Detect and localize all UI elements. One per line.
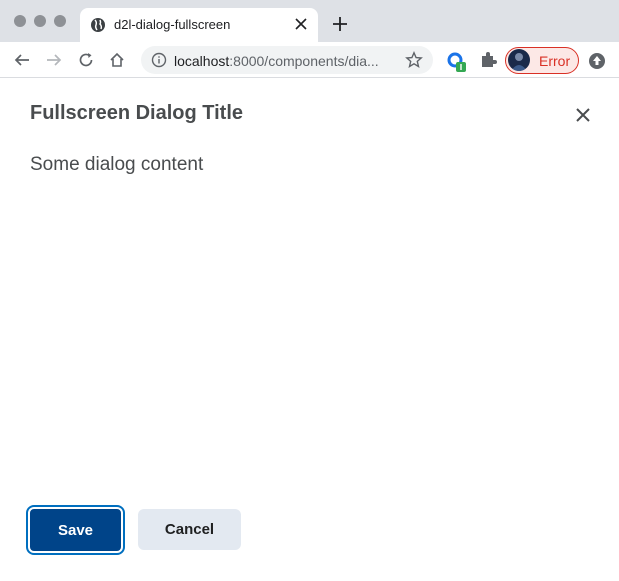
back-arrow-icon[interactable] [12,50,32,70]
avatar [508,49,530,71]
puzzle-icon[interactable] [478,50,498,70]
window-maximize-button[interactable] [54,15,66,27]
extension-badge-icon[interactable] [446,51,468,73]
globe-icon [91,18,105,32]
reload-icon[interactable] [76,50,96,70]
update-arrow-icon[interactable] [587,51,607,71]
profile-error-button[interactable]: Error [505,47,579,74]
new-tab-plus-icon[interactable] [330,14,350,34]
window-close-button[interactable] [14,15,26,27]
tab-close-icon[interactable] [292,15,310,33]
tab-strip: d2l-dialog-fullscreen [0,0,619,42]
dialog-content: Some dialog content [30,154,204,175]
star-icon[interactable] [405,51,423,69]
close-icon[interactable] [572,104,594,126]
address-bar[interactable]: localhost:8000/components/dia... [141,46,433,74]
forward-arrow-icon[interactable] [44,50,64,70]
info-icon[interactable] [151,52,167,68]
cancel-button[interactable]: Cancel [138,509,241,550]
browser-toolbar: localhost:8000/components/dia... Error [0,42,619,78]
tab-title: d2l-dialog-fullscreen [114,17,231,32]
browser-window: d2l-dialog-fullscreen localhost:8000/com… [0,0,619,581]
home-icon[interactable] [107,50,127,70]
window-minimize-button[interactable] [34,15,46,27]
url-text: localhost:8000/components/dia... [174,53,379,69]
save-button[interactable]: Save [28,507,123,553]
profile-status-label: Error [539,53,571,69]
dialog-title: Fullscreen Dialog Title [30,102,244,124]
browser-tab[interactable]: d2l-dialog-fullscreen [80,8,318,42]
